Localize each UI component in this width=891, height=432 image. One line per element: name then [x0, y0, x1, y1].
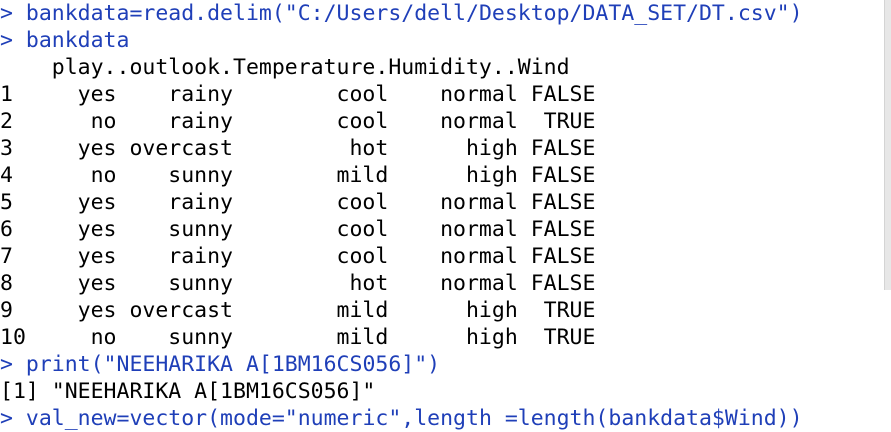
table-row: 4 no sunny mild high FALSE: [0, 163, 596, 188]
command-bankdata: bankdata: [12, 28, 130, 53]
table-row: 3 yes overcast hot high FALSE: [0, 136, 596, 161]
prompt-symbol: >: [0, 406, 13, 431]
prompt-symbol: >: [0, 28, 13, 53]
command-line: > print("NEEHARIKA A[1BM16CS056]"): [0, 351, 886, 378]
table-row: 1 yes rainy cool normal FALSE: [0, 82, 596, 107]
table-row: 6 yes sunny cool normal FALSE: [0, 217, 596, 242]
prompt-symbol: >: [0, 352, 13, 377]
table-row: 8 yes sunny hot normal FALSE: [0, 271, 596, 296]
command-vector: val_new=vector(mode="numeric",length =le…: [12, 406, 803, 431]
table-row: 2 no rainy cool normal TRUE: [0, 109, 596, 134]
table-row: 7 yes rainy cool normal FALSE: [0, 244, 596, 269]
r-console[interactable]: > bankdata=read.delim("C:/Users/dell/Des…: [0, 0, 886, 432]
vertical-scrollbar[interactable]: [884, 0, 891, 290]
table-row: 5 yes rainy cool normal FALSE: [0, 190, 596, 215]
command-line: > bankdata=read.delim("C:/Users/dell/Des…: [0, 0, 886, 27]
table-row: 9 yes overcast mild high TRUE: [0, 298, 596, 323]
command-read-delim: bankdata=read.delim("C:/Users/dell/Deskt…: [12, 1, 803, 26]
table-header: play..outlook.Temperature.Humidity..Wind: [0, 55, 570, 80]
table-row: 10 no sunny mild high TRUE: [0, 325, 596, 350]
command-line: > bankdata: [0, 27, 886, 54]
prompt-symbol: >: [0, 1, 13, 26]
command-print: print("NEEHARIKA A[1BM16CS056]"): [12, 352, 441, 377]
command-line[interactable]: > val_new=vector(mode="numeric",length =…: [0, 405, 886, 432]
print-output: [1] "NEEHARIKA A[1BM16CS056]": [0, 379, 376, 404]
